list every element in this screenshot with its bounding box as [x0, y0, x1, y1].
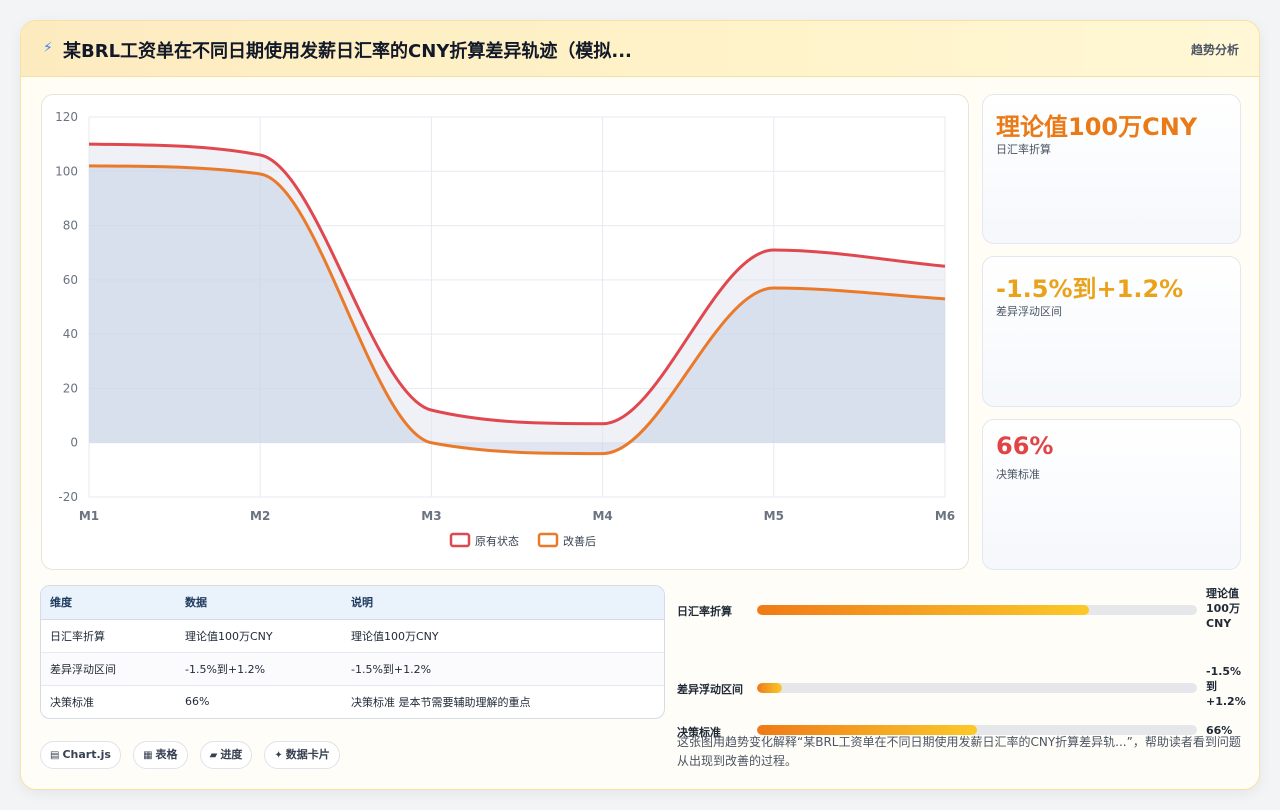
progress-fill — [757, 683, 783, 693]
table-cell: 理论值100万CNY — [176, 619, 342, 653]
y-tick-label: -20 — [58, 490, 78, 504]
progress-track — [757, 605, 1197, 615]
data-table: 维度 数据 说明 日汇率折算 理论值100万CNY 理论值100万CNY 差异浮… — [40, 585, 665, 719]
y-tick-label: 120 — [55, 110, 78, 124]
table-cell: -1.5%到+1.2% — [176, 652, 342, 686]
progress-list: 日汇率折算 理论值 100万 CNY 差异浮动区间 -1.5% 到 +1.2% … — [677, 586, 1257, 739]
y-tick-label: 0 — [70, 436, 78, 450]
table-header-row: 维度 数据 说明 — [41, 586, 664, 620]
x-tick-label: M3 — [421, 509, 441, 523]
progress-label: 差异浮动区间 — [677, 683, 743, 696]
column-header: 说明 — [342, 586, 664, 620]
stat-card-daily-rate: 理论值100万CNY 日汇率折算 — [982, 94, 1241, 244]
chip-label: 表格 — [155, 748, 178, 761]
x-tick-label: M4 — [592, 509, 612, 523]
progress-fill — [757, 605, 1090, 615]
stat-label: 日汇率折算 — [996, 143, 1051, 156]
chip-label: Chart.js — [62, 748, 111, 761]
column-header: 维度 — [41, 586, 176, 620]
y-tick-label: 20 — [63, 381, 78, 395]
progress-track — [757, 683, 1197, 693]
progress-value: 理论值 100万 CNY — [1206, 587, 1240, 630]
x-tick-label: M6 — [935, 509, 955, 523]
stat-label: 差异浮动区间 — [996, 305, 1062, 318]
progress-value: -1.5% 到 +1.2% — [1206, 665, 1246, 708]
x-tick-label: M1 — [79, 509, 99, 523]
page-title: 某BRL工资单在不同日期使用发薪日汇率的CNY折算差异轨迹（模拟... — [63, 41, 632, 62]
table-cell: -1.5%到+1.2% — [342, 652, 664, 686]
chart-panel: 120 100 80 60 40 20 0 -20 M1 M2 M3 M4 M5 M6 原有状态 改善后 — [41, 94, 969, 570]
line-chart: 120 100 80 60 40 20 0 -20M1 M2 M3 M4 M5 M6 原有状态 改善后 — [55, 110, 955, 548]
table-cell: 66% — [185, 695, 210, 709]
legend-label: 原有状态 — [475, 534, 519, 548]
stat-card-decision-standard: 66% 决策标准 — [982, 419, 1241, 570]
bolt-icon: ⚡ — [43, 40, 53, 56]
chip-label: 数据卡片 — [285, 748, 330, 761]
y-tick-label: 80 — [63, 219, 78, 233]
table-row: 差异浮动区间 -1.5%到+1.2% -1.5%到+1.2% — [41, 652, 664, 686]
chart-icon: ▤ — [50, 750, 60, 761]
table-icon: ▦ — [143, 750, 153, 761]
y-tick-label: 60 — [63, 273, 78, 287]
trend-analysis-tag: 趋势分析 — [1190, 43, 1239, 57]
x-tick-label: M5 — [764, 509, 784, 523]
legend-swatch — [537, 532, 559, 548]
table-cell: 决策标准 — [50, 695, 94, 709]
table-row: 决策标准 66% 决策标准 是本节需要辅助理解的重点 — [41, 685, 664, 718]
stat-value: 66% — [996, 432, 1054, 460]
progress-label: 日汇率折算 — [677, 605, 732, 618]
chip-table[interactable]: ▦ 表格 — [133, 741, 188, 769]
series-area — [89, 165, 945, 454]
legend-swatch — [449, 532, 471, 548]
header-bar: ⚡ 某BRL工资单在不同日期使用发薪日汇率的CNY折算差异轨迹（模拟... 趋势… — [21, 21, 1259, 77]
chip-chartjs[interactable]: ▤ Chart.js — [40, 741, 121, 769]
stat-card-variance-range: -1.5%到+1.2% 差异浮动区间 — [982, 256, 1241, 407]
y-tick-label: 40 — [63, 327, 78, 341]
stat-value: -1.5%到+1.2% — [996, 275, 1184, 303]
progress-row-decision-standard: 决策标准 66% — [677, 706, 1257, 739]
chip-progress[interactable]: ▰ 进度 — [199, 741, 253, 769]
tech-chips: ▤ Chart.js ▦ 表格 ▰ 进度 ✦ 数据卡片 — [40, 741, 347, 771]
chart-caption: 这张图用趋势变化解释“某BRL工资单在不同日期使用发薪日汇率的CNY折算差异轨.… — [677, 735, 1241, 768]
y-tick-label: 100 — [55, 164, 78, 178]
stat-value: 理论值100万CNY — [996, 113, 1198, 141]
table-cell: 理论值100万CNY — [342, 619, 664, 653]
table-row: 日汇率折算 理论值100万CNY 理论值100万CNY — [41, 619, 664, 653]
table-cell: 决策标准 是本节需要辅助理解的重点 — [351, 695, 531, 709]
legend-label: 改善后 — [563, 534, 596, 548]
stat-label: 决策标准 — [996, 468, 1040, 481]
x-tick-label: M2 — [250, 509, 270, 523]
table-cell: 差异浮动区间 — [41, 652, 176, 686]
main-card: ⚡ 某BRL工资单在不同日期使用发薪日汇率的CNY折算差异轨迹（模拟... 趋势… — [20, 20, 1260, 790]
progress-icon: ▰ — [209, 750, 218, 761]
progress-row-variance-range: 差异浮动区间 -1.5% 到 +1.2% — [677, 646, 1257, 708]
card-icon: ✦ — [274, 750, 283, 761]
chip-label: 进度 — [220, 748, 243, 761]
chip-data-card[interactable]: ✦ 数据卡片 — [264, 741, 340, 769]
column-header: 数据 — [176, 586, 342, 620]
table-cell: 日汇率折算 — [41, 619, 176, 653]
progress-row-daily-rate: 日汇率折算 理论值 100万 CNY — [677, 586, 1257, 636]
